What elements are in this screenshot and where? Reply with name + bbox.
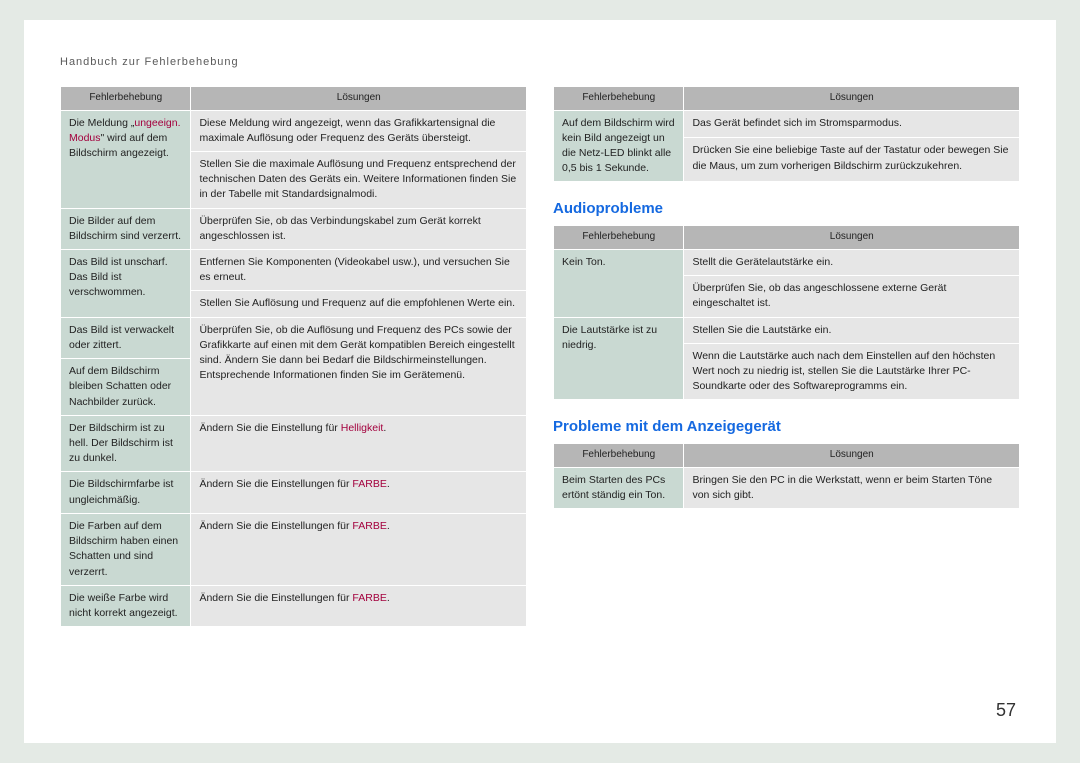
header-title: Handbuch zur Fehlerbehebung (60, 56, 1020, 68)
page-number: 57 (996, 700, 1016, 721)
display-device-table: Fehlerbehebung Lösungen Beim Starten des… (553, 443, 1020, 509)
section-heading-display: Probleme mit dem Anzeigegerät (553, 418, 1020, 435)
th-problem: Fehlerbehebung (554, 87, 684, 111)
th-solution: Lösungen (191, 87, 527, 111)
table-cell: Das Gerät befindet sich im Stromsparmodu… (684, 110, 1020, 138)
columns: Fehlerbehebung Lösungen Die Meldung „ung… (60, 86, 1020, 627)
table-cell: Ändern Sie die Einstellungen für FARBE. (191, 585, 527, 626)
highlight-text: Helligkeit (341, 422, 384, 434)
table-cell: Der Bildschirm ist zu hell. Der Bildschi… (61, 415, 191, 472)
highlight-text: FARBE (352, 592, 386, 604)
table-cell: Das Bild ist unscharf. Das Bild ist vers… (61, 250, 191, 318)
th-problem: Fehlerbehebung (554, 444, 684, 468)
table-cell: Die Farben auf dem Bildschirm haben eine… (61, 513, 191, 585)
section-heading-audio: Audioprobleme (553, 200, 1020, 217)
table-cell: Überprüfen Sie, ob die Auflösung und Fre… (191, 317, 527, 415)
table-cell: Die Lautstärke ist zu niedrig. (554, 317, 684, 400)
table-cell: Stellt die Gerätelautstärke ein. (684, 249, 1020, 275)
left-column: Fehlerbehebung Lösungen Die Meldung „ung… (60, 86, 527, 627)
table-cell: Stellen Sie die Lautstärke ein. (684, 317, 1020, 343)
table-cell: Stellen Sie die maximale Auflösung und F… (191, 151, 527, 208)
table-cell: Beim Starten des PCs ertönt ständig ein … (554, 467, 684, 508)
table-cell: Diese Meldung wird angezeigt, wenn das G… (191, 110, 527, 151)
table-cell: Ändern Sie die Einstellung für Helligkei… (191, 415, 527, 472)
audio-table: Fehlerbehebung Lösungen Kein Ton. Stellt… (553, 225, 1020, 400)
troubleshoot-table-left: Fehlerbehebung Lösungen Die Meldung „ung… (60, 86, 527, 627)
table-cell: Auf dem Bildschirm wird kein Bild angeze… (554, 110, 684, 182)
table-cell: Auf dem Bildschirm bleiben Schatten oder… (61, 359, 191, 416)
table-cell: Ändern Sie die Einstellungen für FARBE. (191, 513, 527, 585)
page: Handbuch zur Fehlerbehebung Fehlerbehebu… (24, 20, 1056, 743)
right-column: Fehlerbehebung Lösungen Auf dem Bildschi… (553, 86, 1020, 627)
th-solution: Lösungen (684, 444, 1020, 468)
table-cell: Die Meldung „ungeeign. Modus" wird auf d… (61, 110, 191, 208)
highlight-text: FARBE (352, 520, 386, 532)
table-cell: Stellen Sie Auflösung und Frequenz auf d… (191, 291, 527, 317)
table-cell: Die weiße Farbe wird nicht korrekt angez… (61, 585, 191, 626)
table-cell: Ändern Sie die Einstellungen für FARBE. (191, 472, 527, 513)
table-cell: Die Bildschirmfarbe ist ungleichmäßig. (61, 472, 191, 513)
th-problem: Fehlerbehebung (554, 226, 684, 250)
highlight-text: FARBE (352, 478, 386, 490)
table-cell: Bringen Sie den PC in die Werkstatt, wen… (684, 467, 1020, 508)
th-problem: Fehlerbehebung (61, 87, 191, 111)
th-solution: Lösungen (684, 226, 1020, 250)
th-solution: Lösungen (684, 87, 1020, 111)
table-cell: Die Bilder auf dem Bildschirm sind verze… (61, 208, 191, 249)
table-cell: Überprüfen Sie, ob das angeschlossene ex… (684, 276, 1020, 317)
table-cell: Drücken Sie eine beliebige Taste auf der… (684, 138, 1020, 182)
troubleshoot-table-right-top: Fehlerbehebung Lösungen Auf dem Bildschi… (553, 86, 1020, 182)
table-cell: Überprüfen Sie, ob das Verbindungskabel … (191, 208, 527, 249)
table-cell: Wenn die Lautstärke auch nach dem Einste… (684, 343, 1020, 400)
table-cell: Entfernen Sie Komponenten (Videokabel us… (191, 250, 527, 291)
table-cell: Das Bild ist verwackelt oder zittert. (61, 317, 191, 358)
table-cell: Kein Ton. (554, 249, 684, 317)
